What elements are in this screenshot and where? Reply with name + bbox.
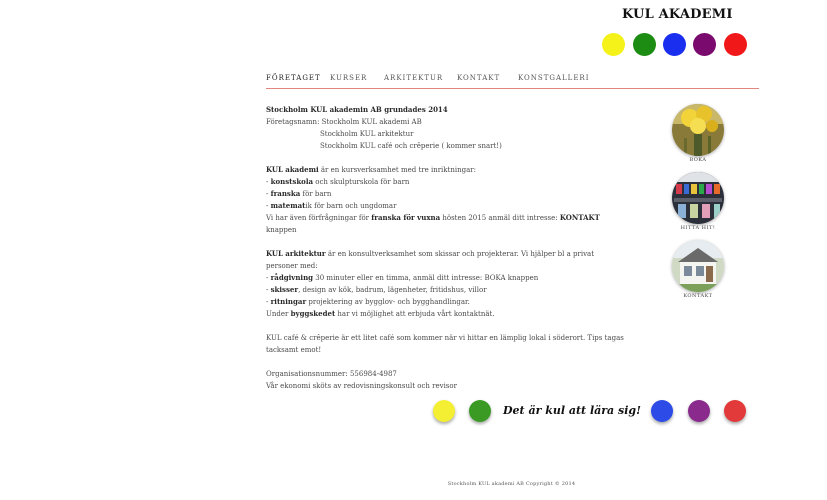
- company-line: Stockholm KUL arkitektur: [320, 130, 414, 138]
- boka-label: BOKA: [689, 157, 707, 163]
- red-ball: [724, 400, 746, 422]
- green-dot: [633, 33, 656, 56]
- green-ball: [469, 400, 491, 422]
- akademi-extra: Vi har även förfrågningar för franska fö…: [266, 213, 600, 234]
- kontakt-label: KONTAKT: [683, 293, 713, 299]
- nav-item-kontakt[interactable]: KONTAKT: [457, 74, 500, 82]
- akademi-item: - konstskola och skulpturskola för barn: [266, 177, 410, 186]
- akademi-item: - matematik för barn och ungdomar: [266, 201, 397, 210]
- economy-text: Vår ekonomi sköts av redovisningskonsult…: [266, 382, 457, 390]
- nav-item-arkitektur[interactable]: ARKITEKTUR: [384, 74, 443, 82]
- blue-ball: [651, 400, 673, 422]
- company-line: Företagsnamn: Stockholm KUL akademi AB: [266, 118, 422, 126]
- shop-window-photo-icon: [672, 172, 724, 224]
- red-dot: [724, 33, 747, 56]
- arkitektur-item: - skisser, design av kök, badrum, lägenh…: [266, 285, 487, 294]
- akademi-item: - franska för barn: [266, 189, 332, 198]
- nav-item-kurser[interactable]: KURSER: [330, 74, 367, 82]
- brand-title: KUL AKADEMI: [622, 7, 733, 22]
- boka-button[interactable]: BOKA: [668, 104, 728, 163]
- kontakt-button[interactable]: KONTAKT: [668, 240, 728, 299]
- company-line: Stockholm KUL café och crêperie ( kommer…: [320, 142, 502, 150]
- org-number: Organisationsnummer: 556984-4987: [266, 370, 397, 378]
- nav-item-konstgalleri[interactable]: KONSTGALLERI: [518, 74, 589, 82]
- slogan: Det är kul att lära sig!: [503, 404, 641, 417]
- arkitektur-item: - rådgivning 30 minuter eller en timma, …: [266, 273, 539, 282]
- arkitektur-extra: Under byggskedet har vi möjlighet att er…: [266, 309, 495, 318]
- nav-item-foretaget[interactable]: FÖRETAGET: [266, 74, 321, 82]
- arkitektur-item: - ritningar projektering av bygglov- och…: [266, 297, 470, 306]
- hitta-hit-button[interactable]: HITTA HIT!: [668, 172, 728, 231]
- nav-divider: [266, 88, 759, 89]
- flowers-photo-icon: [672, 104, 724, 156]
- cafe-text: KUL café & crêperie är ett litet café so…: [266, 334, 624, 354]
- copyright-text: Stockholm KUL akademi AB Copyright © 201…: [447, 481, 576, 487]
- main-content: Stockholm KUL akademin AB grundades 2014…: [266, 104, 626, 392]
- house-photo-icon: [672, 240, 724, 292]
- purple-dot: [693, 33, 716, 56]
- blue-dot: [663, 33, 686, 56]
- akademi-intro: KUL akademi är en kursverksamhet med tre…: [266, 165, 476, 174]
- yellow-dot: [602, 33, 625, 56]
- footer: Stockholm KUL akademi AB Copyright © 201…: [0, 481, 827, 487]
- hitta-hit-label: HITTA HIT!: [680, 225, 716, 231]
- heading: Stockholm KUL akademin AB grundades 2014: [266, 105, 448, 114]
- arkitektur-intro: KUL arkitektur är en konsultverksamhet s…: [266, 249, 595, 270]
- yellow-ball: [433, 400, 455, 422]
- purple-ball: [688, 400, 710, 422]
